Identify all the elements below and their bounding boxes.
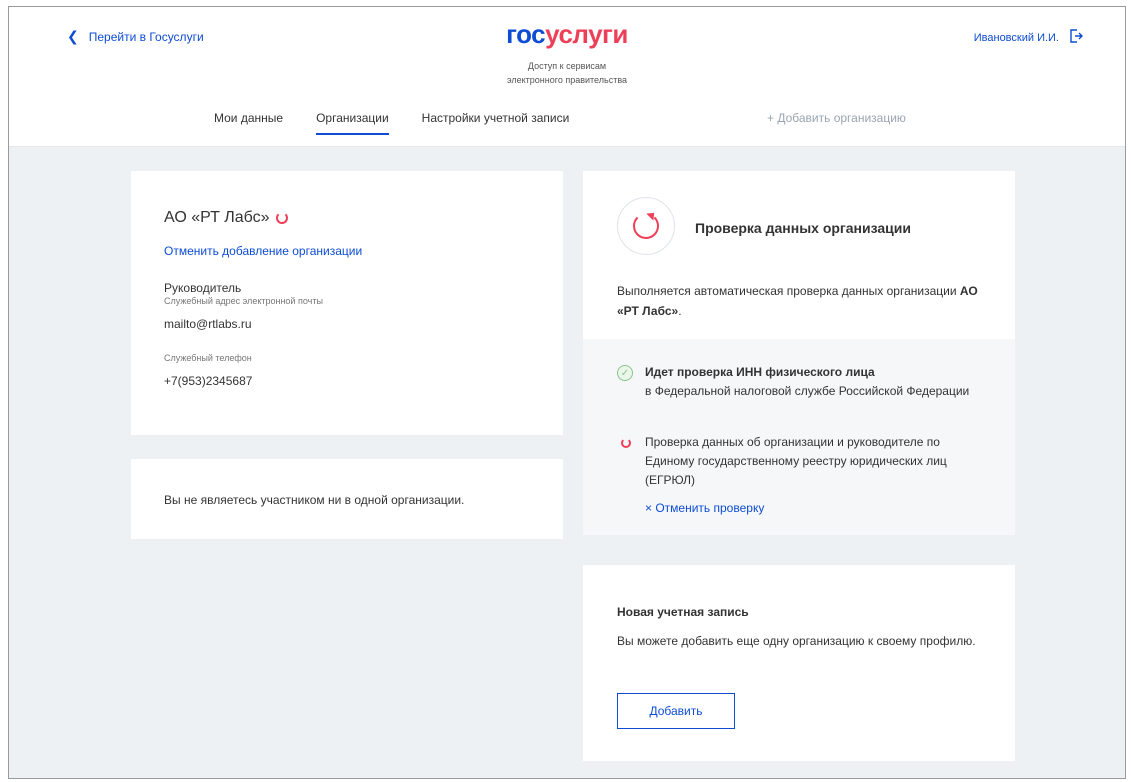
verification-steps: ✓ Идет проверка ИНН физического лица в Ф… (583, 339, 1015, 535)
logout-icon[interactable] (1069, 29, 1083, 46)
verification-title: Проверка данных организации (695, 220, 911, 236)
pending-spinner-icon (275, 212, 288, 224)
no-membership-text: Вы не являетесь участником ни в одной ор… (164, 493, 465, 507)
header: ❮ Перейти в Госуслуги госуслуги Доступ к… (9, 7, 1125, 147)
header-subtitle: Доступ к сервисам электронного правитель… (9, 59, 1125, 87)
verification-desc-text: Выполняется автоматическая проверка данн… (617, 284, 957, 298)
new-account-title: Новая учетная запись (617, 605, 749, 619)
step-1-text: в Федеральной налоговой службе Российско… (645, 384, 970, 398)
gosuslugi-logo[interactable]: госуслуги (9, 19, 1125, 50)
verification-description: Выполняется автоматическая проверка данн… (617, 281, 997, 321)
verification-card: Проверка данных организации Выполняется … (583, 171, 1015, 339)
verification-desc-suffix: . (678, 304, 682, 318)
user-menu[interactable]: Ивановский И.И. (974, 29, 1083, 46)
add-button[interactable]: Добавить (617, 693, 735, 729)
add-organization-link[interactable]: + Добавить организацию (767, 111, 906, 125)
new-account-description: Вы можете добавить еще одну организацию … (617, 634, 976, 648)
cancel-verification-link[interactable]: × Отменить проверку (645, 501, 764, 515)
cancel-add-organization-link[interactable]: Отменить добавление организации (164, 244, 362, 258)
refresh-icon (633, 213, 659, 239)
organization-card: АО «РТ Лабс» Отменить добавление организ… (131, 171, 563, 435)
subtitle-line-1: Доступ к сервисам (527, 61, 607, 71)
email-label: Служебный адрес электронной почты (164, 296, 323, 306)
no-membership-card: Вы не являетесь участником ни в одной ор… (131, 459, 563, 539)
main-content: АО «РТ Лабс» Отменить добавление организ… (9, 147, 1125, 778)
logo-part-uslugi: услуги (545, 19, 628, 49)
verification-status-badge (617, 197, 675, 255)
in-progress-spinner-icon (621, 438, 631, 448)
email-value: mailto@rtlabs.ru (164, 317, 252, 331)
user-name[interactable]: Ивановский И.И. (974, 32, 1059, 44)
new-account-card: Новая учетная запись Вы можете добавить … (583, 565, 1015, 761)
check-done-icon: ✓ (617, 365, 633, 381)
step-1-title: Идет проверка ИНН физического лица (645, 365, 875, 379)
tabs: Мои данные Организации Настройки учетной… (214, 111, 602, 135)
logo-part-gos: гос (506, 19, 546, 49)
subtitle-line-2: электронного правительства (506, 75, 628, 85)
role-label: Руководитель (164, 281, 242, 295)
tab-organizations[interactable]: Организации (316, 111, 389, 135)
step-2-text: Проверка данных об организации и руковод… (645, 435, 947, 487)
organization-name: АО «РТ Лабс» (164, 209, 270, 226)
step-egrul-check: Проверка данных об организации и руковод… (617, 433, 977, 490)
step-inn-check: ✓ Идет проверка ИНН физического лица в Ф… (617, 363, 977, 401)
tab-account-settings[interactable]: Настройки учетной записи (422, 111, 570, 135)
phone-value: +7(953)2345687 (164, 374, 253, 388)
browser-frame: ❮ Перейти в Госуслуги госуслуги Доступ к… (8, 6, 1126, 779)
organization-name-row: АО «РТ Лабс» (164, 209, 288, 227)
phone-label: Служебный телефон (164, 353, 252, 363)
tab-my-data[interactable]: Мои данные (214, 111, 283, 135)
